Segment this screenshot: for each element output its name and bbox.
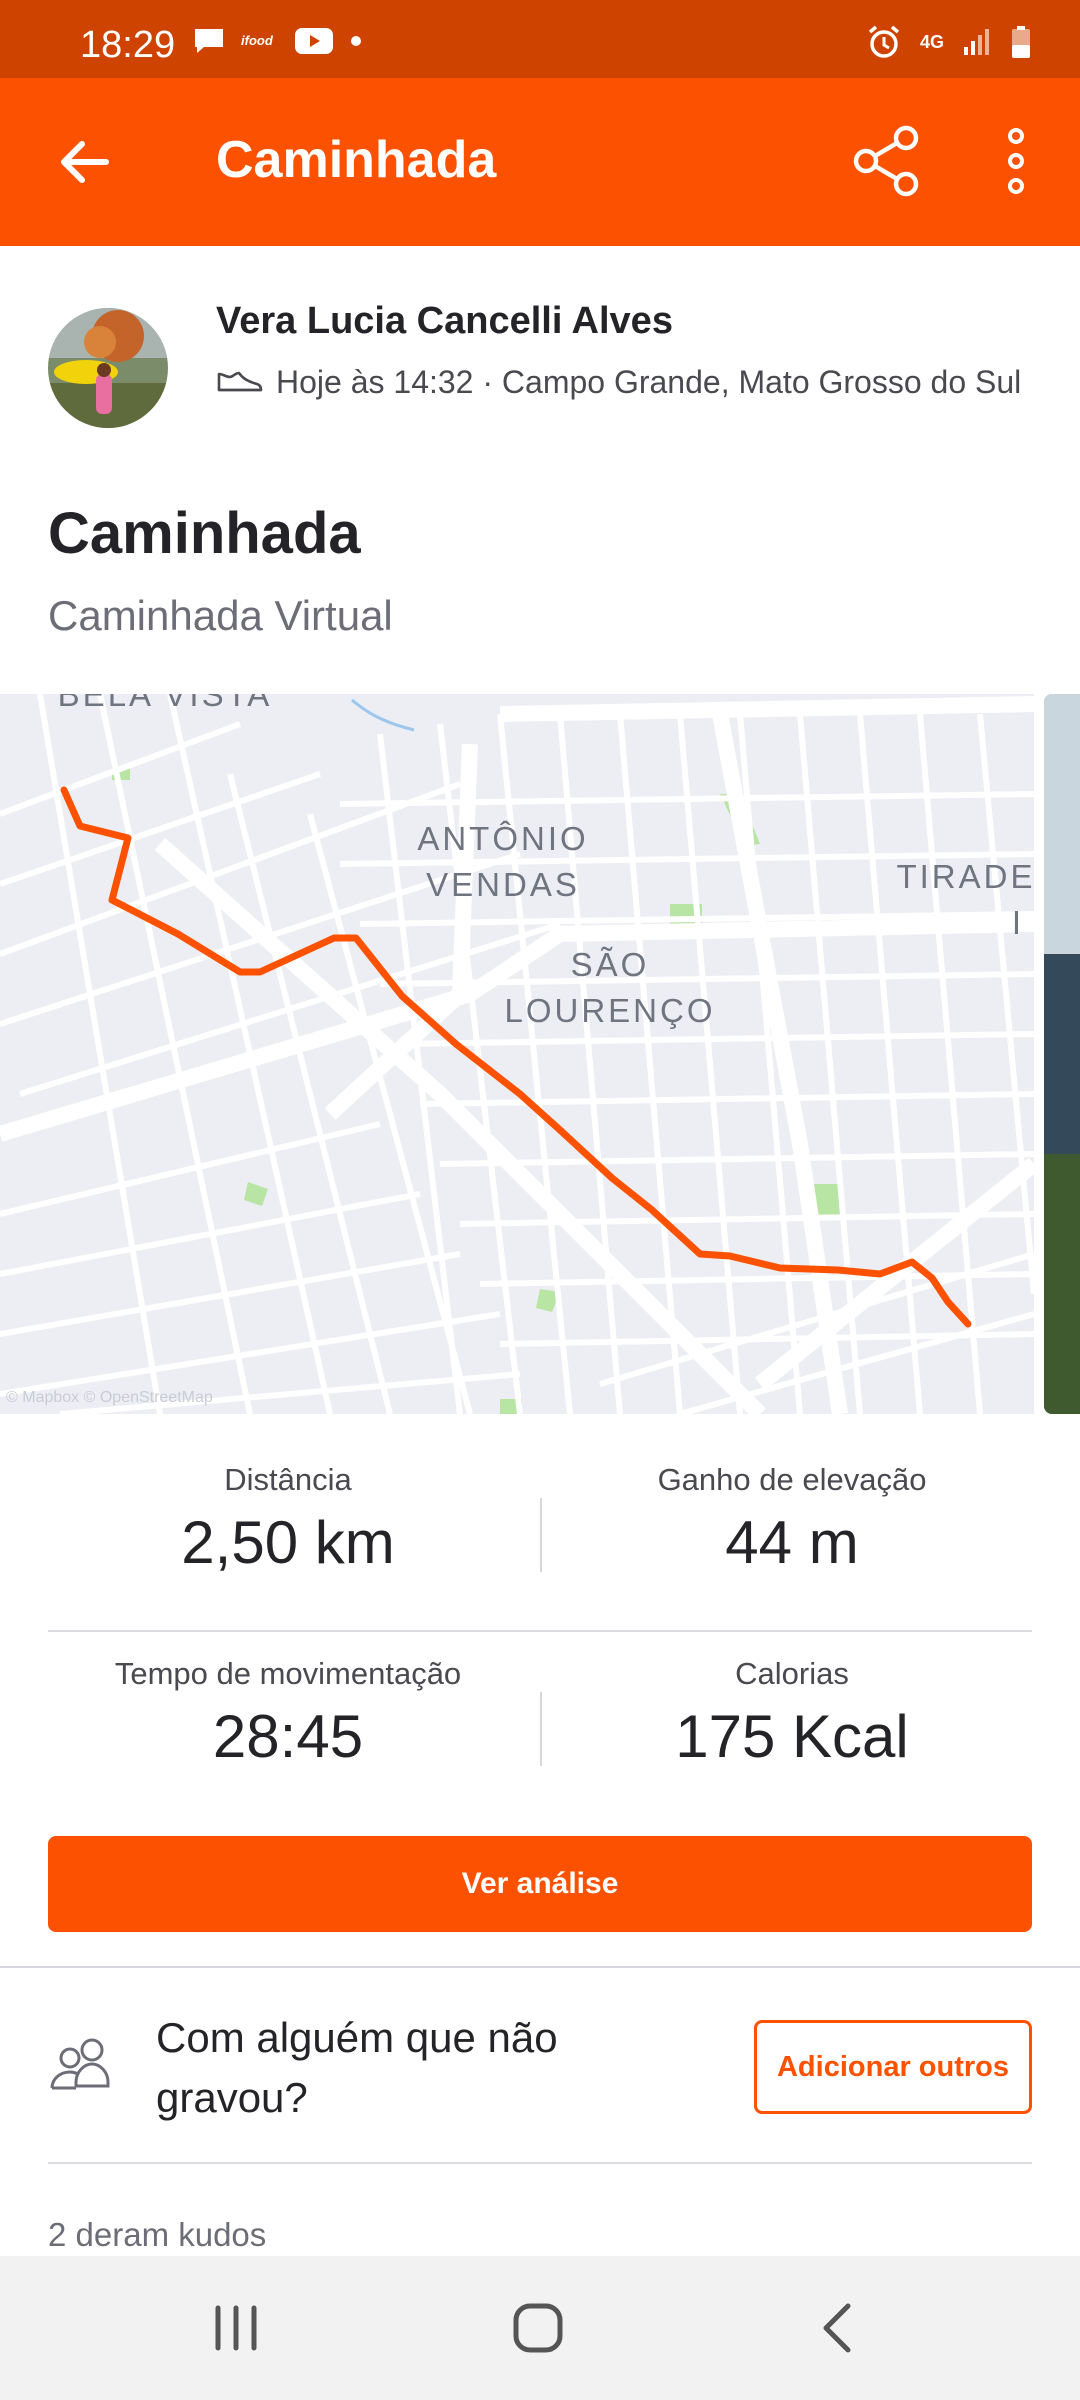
status-time: 18:29 [80,24,176,66]
stat-elevation: Ganho de elevação 44 m [552,1462,1032,1577]
notification-icons: ifood [192,26,364,56]
youtube-icon [295,28,333,54]
with-someone-prompt: Com alguém que não gravou? [156,2014,558,2121]
route-map[interactable]: BELA VISTA ANTÔNIO VENDAS SÃO LOURENÇO T… [0,694,1034,1414]
app-bar-title: Caminhada [216,131,497,189]
map-attribution: © Mapbox © OpenStreetMap [6,1389,213,1406]
kudos-divider [48,2162,1032,2164]
athlete-avatar[interactable] [48,308,168,428]
stat-moving-time: Tempo de movimentação 28:45 [48,1656,528,1771]
app-bar: Caminhada [0,78,1080,246]
stat-elevation-value: 44 m [725,1509,859,1576]
more-options-icon[interactable] [994,124,1038,198]
share-icon[interactable] [850,124,924,198]
map-label-antonio: ANTÔNIO [417,820,588,857]
back-arrow-icon[interactable] [52,130,116,194]
stat-calories-value: 175 Kcal [675,1703,909,1770]
dot-icon [351,36,361,46]
stat-calories: Calorias 175 Kcal [552,1656,1032,1771]
map-label-vendas: VENDAS [426,866,580,903]
avatar-photo [48,308,168,428]
stat-distance: Distância 2,50 km [48,1462,528,1577]
photo-thumbnail [1044,694,1080,1414]
add-others-button[interactable]: Adicionar outros [754,2020,1032,2114]
signal-icon [964,29,989,55]
system-icons: 4G [866,24,1032,60]
map-label-lourenco: LOURENÇO [504,992,715,1029]
stats-divider [48,1630,1032,1632]
alarm-icon [868,25,900,58]
stat-distance-label: Distância [224,1462,352,1497]
stat-divider [540,1692,542,1766]
group-people-icon [50,2038,110,2090]
map-label-bela-vista: BELA VISTA [58,694,273,713]
shoe-icon [217,371,263,392]
network-type: 4G [919,32,944,52]
activity-subtitle: Caminhada Virtual [48,592,393,639]
section-divider [0,1966,1080,1968]
stat-distance-value: 2,50 km [181,1509,395,1576]
stat-elevation-label: Ganho de elevação [657,1462,927,1497]
message-icon [195,29,223,53]
stat-moving-time-value: 28:45 [212,1703,364,1770]
activity-time-location: Hoje às 14:32 · Campo Grande, Mato Gross… [276,364,1022,400]
ifood-icon: ifood [241,33,274,48]
home-icon[interactable] [508,2298,568,2358]
status-bar: 18:29 ifood 4G [0,0,1080,78]
map-label-tirade-2: I [1012,904,1024,941]
back-nav-icon[interactable] [810,2298,870,2358]
view-analysis-button[interactable]: Ver análise [48,1836,1032,1932]
map-label-sao: SÃO [571,946,650,983]
svg-text:ifood: ifood [241,33,274,48]
activity-photo-peek[interactable] [1044,694,1080,1414]
stat-calories-label: Calorias [735,1656,849,1691]
stat-moving-time-label: Tempo de movimentação [114,1656,462,1691]
activity-meta: Hoje às 14:32 · Campo Grande, Mato Gross… [216,362,1036,402]
system-nav-bar [0,2256,1080,2400]
recent-apps-icon[interactable] [206,2298,266,2358]
stat-divider [540,1498,542,1572]
map-label-tirade: TIRADE [896,858,1034,895]
activity-title: Caminhada [48,501,361,566]
battery-icon [1012,26,1030,58]
kudos-count[interactable]: 2 deram kudos [48,2216,266,2254]
map-canvas: BELA VISTA ANTÔNIO VENDAS SÃO LOURENÇO T… [0,694,1034,1414]
athlete-name[interactable]: Vera Lucia Cancelli Alves [216,300,673,343]
